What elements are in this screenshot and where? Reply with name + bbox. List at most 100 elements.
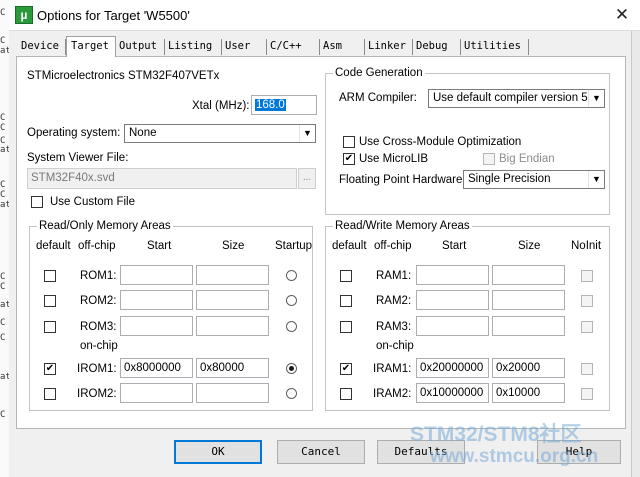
iram1-start-input[interactable]: 0x20000000 (416, 358, 489, 378)
iram1-size-input[interactable]: 0x20000 (492, 358, 565, 378)
rom2-size-input[interactable] (196, 290, 269, 310)
rom2-default-checkbox[interactable] (44, 295, 56, 307)
tab-output[interactable]: Output (116, 39, 165, 55)
ram2-default-checkbox[interactable] (340, 295, 352, 307)
rw-header-noinit: NoInit (571, 240, 602, 252)
device-name: STMicroelectronics STM32F407VETx (27, 70, 220, 82)
iram1-noinit-checkbox[interactable] (581, 363, 593, 375)
iram1-default-checkbox[interactable]: ✔ (340, 363, 352, 375)
rw-header-start: Start (442, 240, 467, 252)
ram1-noinit-checkbox[interactable] (581, 270, 593, 282)
edge-glyph: at (0, 145, 9, 155)
rom1-start-input[interactable] (120, 265, 193, 285)
watermark-line2: www.stmcu.org.cn (430, 446, 599, 467)
edge-glyph: C (0, 36, 6, 46)
ro-header-default: default (36, 240, 71, 252)
svd-browse-button: ... (298, 168, 316, 189)
fpu-label: Floating Point Hardware: (339, 174, 466, 186)
edge-glyph: C (0, 410, 6, 420)
ram2-size-input[interactable] (492, 290, 565, 310)
rw-memory-title: Read/Write Memory Areas (333, 219, 472, 233)
ro-memory-title: Read/Only Memory Areas (37, 219, 173, 233)
ram3-start-input[interactable] (416, 316, 489, 336)
irom2-default-checkbox[interactable] (44, 388, 56, 400)
xtal-input[interactable]: 168.0 (251, 95, 317, 115)
irom1-default-checkbox[interactable]: ✔ (44, 363, 56, 375)
edge-glyph: C (0, 123, 6, 133)
rom2-start-input[interactable] (120, 290, 193, 310)
edge-glyph: at (0, 200, 9, 210)
iram2-label: IRAM2: (373, 388, 412, 400)
rom3-start-input[interactable] (120, 316, 193, 336)
irom2-size-input[interactable] (196, 383, 269, 403)
irom2-startup-radio[interactable] (286, 388, 297, 399)
ram1-default-checkbox[interactable] (340, 270, 352, 282)
window-right-edge (631, 31, 640, 477)
irom2-start-input[interactable] (120, 383, 193, 403)
edge-glyph: C (0, 318, 6, 328)
os-select[interactable]: None ▼ (124, 124, 316, 143)
custom-file-checkbox[interactable] (31, 196, 43, 208)
ram3-noinit-checkbox[interactable] (581, 321, 593, 333)
edge-glyph: C (0, 8, 6, 18)
tab-listing[interactable]: Listing (165, 39, 222, 55)
tab-asm[interactable]: Asm (320, 39, 365, 55)
rom2-startup-radio[interactable] (286, 295, 297, 306)
ram1-size-input[interactable] (492, 265, 565, 285)
tab-device[interactable]: Device (18, 39, 66, 55)
keil-app-icon: µ (15, 6, 33, 24)
edge-glyph: at (0, 300, 9, 310)
tab-linker[interactable]: Linker (365, 39, 413, 55)
ram2-noinit-checkbox[interactable] (581, 295, 593, 307)
edge-glyph: C (0, 282, 6, 292)
rom3-label: ROM3: (80, 321, 117, 333)
ram3-label: RAM3: (376, 321, 412, 333)
svd-file-field: STM32F40x.svd (27, 168, 297, 189)
edge-glyph: at (0, 372, 9, 382)
microlib-label: Use MicroLIB (359, 153, 429, 165)
rom3-size-input[interactable] (196, 316, 269, 336)
rom1-size-input[interactable] (196, 265, 269, 285)
ro-onchip-label: on-chip (80, 340, 118, 352)
ro-header-start: Start (147, 240, 172, 252)
tab-utilities[interactable]: Utilities (461, 39, 529, 55)
close-icon[interactable]: ✕ (605, 2, 639, 28)
ram3-default-checkbox[interactable] (340, 321, 352, 333)
fpu-select[interactable]: Single Precision ▼ (463, 170, 605, 189)
rom3-startup-radio[interactable] (286, 321, 297, 332)
iram2-default-checkbox[interactable] (340, 388, 352, 400)
cross-module-checkbox[interactable] (343, 136, 355, 148)
tab-c-c-[interactable]: C/C++ (267, 39, 320, 55)
rom3-default-checkbox[interactable] (44, 321, 56, 333)
iram2-start-input[interactable]: 0x10000000 (416, 383, 489, 403)
tab-debug[interactable]: Debug (413, 39, 461, 55)
irom1-size-input[interactable]: 0x80000 (196, 358, 269, 378)
tab-target[interactable]: Target (66, 36, 116, 57)
edge-glyph: C (0, 333, 6, 343)
chevron-down-icon: ▼ (588, 90, 604, 107)
read-write-memory-group: Read/Write Memory Areas default off-chip… (325, 219, 610, 411)
cancel-button[interactable]: Cancel (277, 440, 365, 464)
tab-user[interactable]: User (222, 39, 267, 55)
irom1-startup-radio[interactable] (286, 363, 297, 374)
iram2-size-input[interactable]: 0x10000 (492, 383, 565, 403)
ram1-start-input[interactable] (416, 265, 489, 285)
edge-glyph: C (0, 190, 6, 200)
ram3-size-input[interactable] (492, 316, 565, 336)
big-endian-label: Big Endian (499, 153, 555, 165)
rom1-default-checkbox[interactable] (44, 270, 56, 282)
code-generation-title: Code Generation (333, 66, 425, 80)
xtal-label: Xtal (MHz): (192, 100, 250, 112)
ram2-start-input[interactable] (416, 290, 489, 310)
title-bar: µ Options for Target 'W5500' ✕ (9, 0, 640, 31)
microlib-checkbox[interactable]: ✔ (343, 153, 355, 165)
ro-header-startup: Startup (275, 240, 313, 252)
rw-header-size: Size (518, 240, 541, 252)
svd-label: System Viewer File: (27, 152, 129, 164)
irom1-start-input[interactable]: 0x8000000 (120, 358, 193, 378)
window-title: Options for Target 'W5500' (37, 8, 190, 23)
iram2-noinit-checkbox[interactable] (581, 388, 593, 400)
ok-button[interactable]: OK (174, 440, 262, 464)
compiler-select[interactable]: Use default compiler version 5 ▼ (428, 89, 605, 108)
rom1-startup-radio[interactable] (286, 270, 297, 281)
